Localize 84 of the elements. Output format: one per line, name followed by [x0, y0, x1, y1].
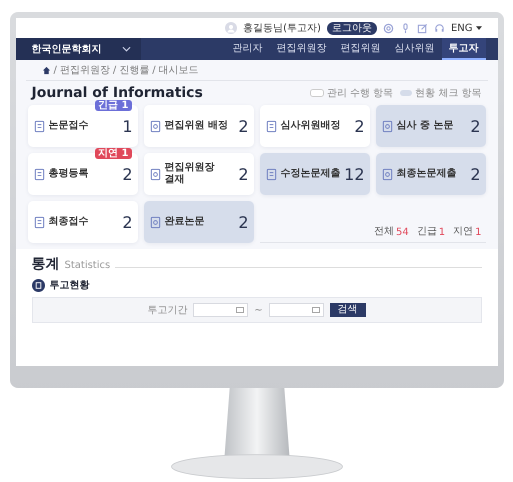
card-count: 12 — [344, 164, 364, 184]
document-icon — [380, 120, 394, 132]
nav-tab[interactable]: 투고자 — [442, 38, 486, 60]
user-name: 홍길동님(투고자) — [243, 22, 321, 35]
document-icon — [380, 168, 394, 180]
card-label: 논문접수 — [48, 120, 90, 132]
total-label: 전체 — [374, 225, 394, 238]
card-count: 2 — [354, 116, 364, 136]
card-label: 최종논문제출 — [396, 168, 458, 180]
status-card[interactable]: 완료논문 2 — [144, 201, 254, 243]
section-subtitle: Statistics — [64, 260, 110, 271]
status-card[interactable]: 편집위원장 결재 2 — [144, 153, 254, 195]
period-label: 투고기간 — [147, 304, 188, 317]
legend-label: 현황 체크 항목 — [415, 87, 482, 100]
nav-tab[interactable]: 편집위원장 — [270, 38, 334, 60]
status-badge: 긴급 1 — [95, 100, 132, 111]
subsection-title: 투고현황 — [50, 279, 90, 292]
document-icon — [32, 120, 46, 132]
status-card[interactable]: 심사위원배정 2 — [260, 105, 370, 147]
card-label: 심사 중 논문 — [396, 120, 454, 132]
section-title: 통계 — [32, 255, 60, 273]
document-icon — [264, 120, 278, 132]
document-icon — [32, 168, 46, 180]
breadcrumb-separator: / — [112, 64, 116, 76]
status-card[interactable]: 편집위원 배정 2 — [144, 105, 254, 147]
date-field[interactable] — [193, 303, 248, 317]
chevron-icon — [122, 46, 130, 52]
headset-icon[interactable] — [434, 22, 445, 34]
total-label: 긴급 — [416, 225, 437, 238]
document-icon — [32, 216, 46, 228]
nav-tab[interactable]: 관리자 — [226, 38, 270, 60]
card-label: 최종접수 — [48, 216, 90, 228]
total-value: 54 — [396, 227, 409, 238]
card-count: 2 — [238, 164, 248, 184]
calendar-icon[interactable] — [312, 307, 320, 313]
search-button[interactable]: 검색 — [330, 303, 366, 317]
breadcrumb-link[interactable]: 대시보드 — [158, 63, 199, 77]
language-selector[interactable]: ENG — [450, 22, 482, 34]
card-count: 2 — [122, 212, 132, 232]
legend-swatch — [310, 89, 324, 97]
date-field[interactable] — [268, 303, 324, 317]
total-value: 1 — [438, 227, 446, 238]
breadcrumb-separator: / — [152, 64, 156, 76]
status-card[interactable]: 심사 중 논문 2 — [376, 105, 486, 147]
logout-button[interactable]: 로그아웃 — [326, 22, 377, 34]
nav-tab[interactable]: 심사위원 — [388, 38, 442, 60]
document-icon — [32, 278, 44, 292]
caret-icon — [476, 26, 482, 30]
card-count: 1 — [122, 116, 132, 136]
breadcrumb-link[interactable]: 편집위원장 — [60, 63, 110, 77]
total-value: 1 — [475, 227, 482, 238]
card-count: 2 — [470, 164, 480, 184]
card-label: 편집위원 배정 — [164, 120, 229, 132]
status-badge: 지연 1 — [95, 148, 132, 159]
legend-swatch — [400, 90, 412, 96]
card-count: 2 — [470, 116, 480, 136]
journal-title: Journal of Informatics — [32, 85, 203, 101]
card-count: 2 — [238, 116, 248, 136]
status-card[interactable]: 최종접수 2 — [28, 201, 138, 243]
document-icon — [148, 120, 162, 132]
avatar-icon — [225, 22, 238, 34]
total-label: 지연 — [453, 225, 474, 238]
settings-icon[interactable] — [382, 22, 394, 34]
card-label: 완료논문 — [164, 216, 206, 228]
status-card[interactable]: 최종논문제출 2 — [376, 153, 486, 195]
card-label: 심사위원배정 — [280, 120, 342, 132]
card-count: 2 — [122, 164, 132, 184]
card-label: 총평등록 — [48, 168, 90, 180]
document-icon — [148, 168, 162, 180]
document-icon — [148, 216, 162, 228]
breadcrumb-link[interactable]: 진행률 — [119, 63, 150, 77]
card-label: 편집위원장 결재 — [164, 162, 216, 186]
card-label: 수정논문제출 — [280, 168, 342, 180]
breadcrumb-separator: / — [54, 64, 57, 76]
range-separator: ~ — [254, 304, 263, 316]
edit-icon[interactable] — [416, 22, 428, 34]
card-count: 2 — [238, 212, 248, 232]
nav-tab[interactable]: 편집위원 — [334, 38, 388, 60]
legend-label: 관리 수행 항목 — [326, 87, 394, 100]
calendar-icon[interactable] — [236, 307, 244, 313]
document-icon — [264, 168, 278, 180]
home-icon[interactable] — [42, 66, 50, 74]
status-card[interactable]: 수정논문제출 12 — [260, 153, 370, 195]
journal-selector[interactable]: 한국인문학회지 — [16, 38, 140, 60]
